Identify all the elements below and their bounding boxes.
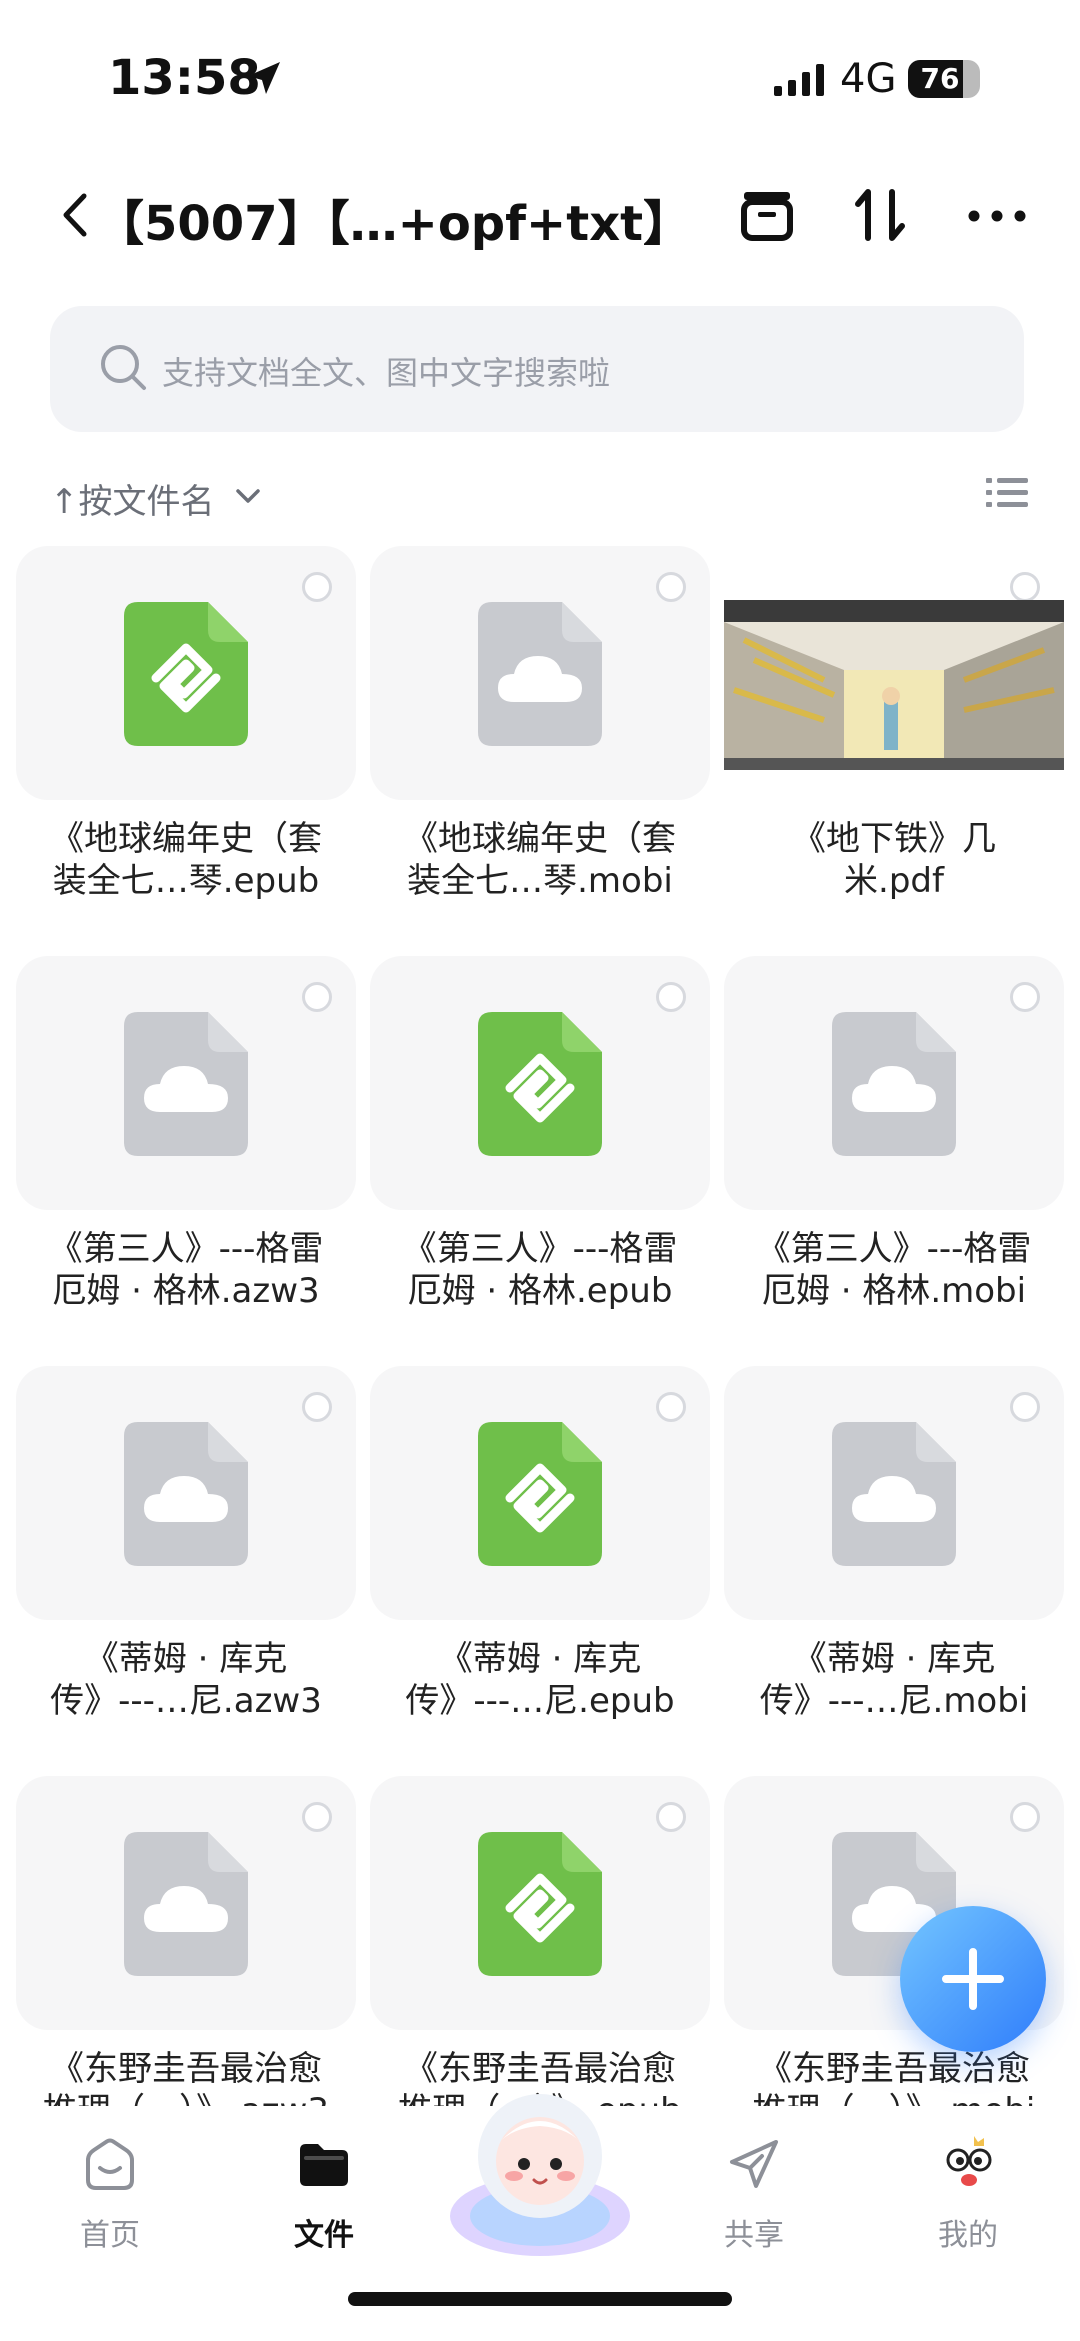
select-checkbox[interactable]	[1010, 1392, 1040, 1422]
sort-arrows-icon[interactable]	[846, 180, 916, 250]
add-button[interactable]	[900, 1906, 1046, 2052]
home-indicator	[348, 2292, 732, 2306]
plus-icon	[942, 1948, 1004, 2010]
select-checkbox[interactable]	[656, 572, 686, 602]
select-checkbox[interactable]	[302, 982, 332, 1012]
pdf-cover-image	[724, 600, 1064, 770]
file-thumbnail	[724, 956, 1064, 1210]
battery-icon: 76	[908, 60, 980, 98]
sort-bar: ↑按文件名	[50, 470, 1030, 526]
file-thumbnail	[16, 546, 356, 800]
select-checkbox[interactable]	[302, 1802, 332, 1832]
signal-icon	[774, 64, 824, 96]
file-item[interactable]: 《地球编年史（套 装全七…琴.mobi	[370, 546, 710, 954]
search-bar[interactable]: 支持文档全文、图中文字搜索啦	[50, 306, 1024, 432]
tab-label: 共享	[724, 2218, 784, 2253]
tab-profile[interactable]: 我的	[888, 2126, 1048, 2266]
tab-share[interactable]: 共享	[674, 2126, 834, 2266]
file-thumbnail	[370, 1776, 710, 2030]
mascot-icon	[450, 2094, 630, 2256]
cloud-file-icon	[124, 1422, 248, 1566]
file-thumbnail	[370, 1366, 710, 1620]
send-icon	[730, 2140, 778, 2188]
network-type: 4G	[840, 56, 897, 102]
epub-icon	[478, 1012, 602, 1156]
file-grid: 《地球编年史（套装全七…琴.epub 《地球编年史（套装全七…琴.mobi	[16, 546, 1064, 2106]
file-name: 《第三人》---格雷 厄姆 · 格林.epub	[402, 1229, 678, 1311]
select-checkbox[interactable]	[1010, 982, 1040, 1012]
file-item[interactable]: 《东野圭吾最治愈推理（…）》.epub	[370, 1776, 710, 2106]
file-item[interactable]: 《蒂姆 · 库克 传》---…尼.azw3	[16, 1366, 356, 1774]
file-item[interactable]: 《第三人》---格雷 厄姆 · 格林.epub	[370, 956, 710, 1364]
page-title: 【5007】【…+opf+txt】	[96, 196, 692, 252]
header: 【5007】【…+opf+txt】	[0, 170, 1080, 270]
file-thumbnail	[16, 956, 356, 1210]
file-name: 《东野圭吾最治愈推理（…）》.azw3	[43, 2049, 329, 2106]
chevron-down-icon[interactable]	[232, 480, 264, 512]
back-chevron-icon[interactable]	[58, 190, 94, 240]
mascot-button[interactable]	[440, 2066, 640, 2266]
select-checkbox[interactable]	[1010, 1802, 1040, 1832]
archive-icon[interactable]	[732, 180, 802, 250]
tab-label: 文件	[294, 2218, 354, 2253]
folder-icon	[300, 2144, 348, 2186]
tab-label: 我的	[938, 2218, 998, 2253]
home-icon	[86, 2138, 134, 2190]
search-icon	[101, 345, 146, 390]
cloud-file-icon	[124, 1832, 248, 1976]
select-checkbox[interactable]	[302, 572, 332, 602]
file-item[interactable]: 《地球编年史（套 装全七…琴.epub	[16, 546, 356, 954]
file-name: 《第三人》---格雷 厄姆 · 格林.mobi	[756, 1229, 1032, 1311]
file-name: 《蒂姆 · 库克 传》---…尼.azw3	[50, 1639, 322, 1721]
list-view-icon[interactable]	[984, 470, 1030, 516]
cloud-file-icon	[832, 1422, 956, 1566]
battery-level: 76	[920, 62, 960, 95]
select-checkbox[interactable]	[656, 1802, 686, 1832]
file-item[interactable]: 《蒂姆 · 库克 传》---…尼.mobi	[724, 1366, 1064, 1774]
cloud-file-icon	[832, 1012, 956, 1156]
epub-icon	[478, 1832, 602, 1976]
file-thumbnail	[370, 546, 710, 800]
file-item[interactable]: 《东野圭吾最治愈推理（…）》.azw3	[16, 1776, 356, 2106]
more-icon[interactable]	[962, 180, 1032, 250]
file-item[interactable]: 《地下铁》几 米.pdf	[724, 546, 1064, 954]
status-time: 13:58	[108, 50, 261, 106]
status-bar: 13:58 4G 76	[0, 0, 1080, 150]
file-thumbnail	[724, 1366, 1064, 1620]
file-name: 《地球编年史（套 装全七…琴.mobi	[404, 819, 676, 901]
file-name: 《蒂姆 · 库克 传》---…尼.mobi	[759, 1639, 1029, 1721]
epub-icon	[478, 1422, 602, 1566]
select-checkbox[interactable]	[302, 1392, 332, 1422]
file-name: 《东野圭吾最治愈推理（…）》.mobi	[753, 2049, 1036, 2106]
tab-home[interactable]: 首页	[30, 2126, 190, 2266]
cloud-file-icon	[478, 602, 602, 746]
sort-by-name[interactable]: ↑按文件名	[50, 474, 215, 523]
profile-icon	[946, 2136, 992, 2186]
file-name: 《地下铁》几 米.pdf	[792, 819, 996, 901]
search-placeholder: 支持文档全文、图中文字搜索啦	[162, 354, 611, 392]
file-thumbnail	[16, 1366, 356, 1620]
epub-icon	[124, 602, 248, 746]
select-checkbox[interactable]	[656, 1392, 686, 1422]
tab-files[interactable]: 文件	[244, 2126, 404, 2266]
file-thumbnail	[16, 1776, 356, 2030]
file-thumbnail	[724, 546, 1064, 800]
location-arrow-icon	[248, 62, 280, 94]
file-item[interactable]: 《第三人》---格雷 厄姆 · 格林.mobi	[724, 956, 1064, 1364]
select-checkbox[interactable]	[656, 982, 686, 1012]
tab-label: 首页	[80, 2218, 140, 2253]
file-name: 《第三人》---格雷 厄姆 · 格林.azw3	[48, 1229, 324, 1311]
select-checkbox[interactable]	[1010, 572, 1040, 602]
file-thumbnail	[370, 956, 710, 1210]
file-name: 《地球编年史（套 装全七…琴.epub	[50, 819, 322, 901]
file-item[interactable]: 《蒂姆 · 库克 传》---…尼.epub	[370, 1366, 710, 1774]
file-name: 《蒂姆 · 库克 传》---…尼.epub	[405, 1639, 675, 1721]
cloud-file-icon	[124, 1012, 248, 1156]
file-item[interactable]: 《第三人》---格雷 厄姆 · 格林.azw3	[16, 956, 356, 1364]
